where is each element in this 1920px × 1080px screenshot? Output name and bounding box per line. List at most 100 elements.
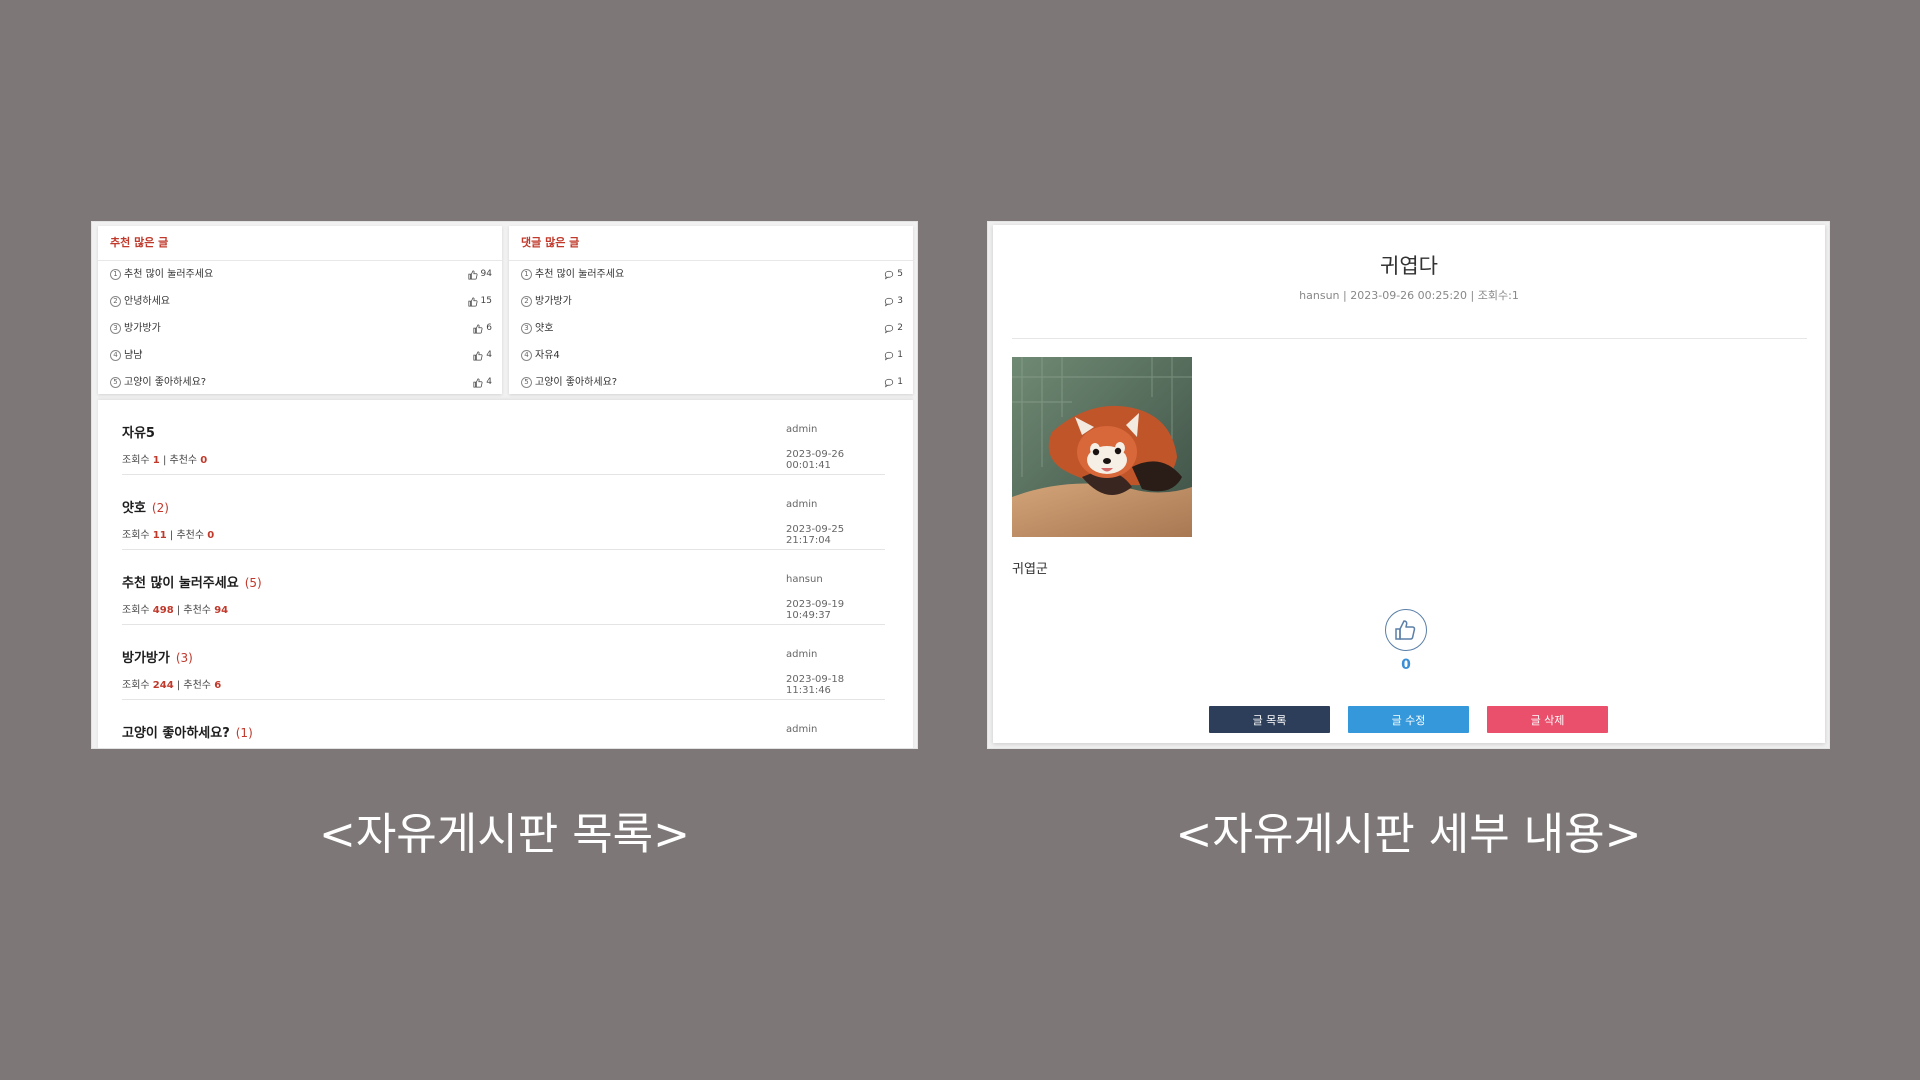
table-row[interactable]: 고양이 좋아하세요? (1) admin [122, 700, 885, 748]
post-detail-card: 귀엽다 hansun | 2023-09-26 00:25:20 | 조회수:1 [993, 225, 1825, 743]
rank-number: 2 [110, 296, 121, 307]
post-date: 2023-09-19 10:49:37 [786, 599, 845, 621]
post-author: hansun [786, 574, 823, 585]
rank-number: 5 [110, 377, 121, 388]
most-recommended-list: 1 추천 많이 눌러주세요 94 2 안녕하세요 15 3 방가방가 6 4 냠… [98, 261, 502, 396]
rank-meta: 5 [884, 261, 903, 288]
post-date: 2023-09-25 21:17:04 [786, 524, 845, 546]
post-edit-button[interactable]: 글 수정 [1348, 706, 1469, 733]
post-list-button[interactable]: 글 목록 [1209, 706, 1330, 733]
rank-title: 고양이 좋아하세요? [124, 377, 207, 388]
recs-count: 6 [214, 680, 222, 691]
list-item[interactable]: 4 냠냠 4 [98, 342, 502, 369]
like-button[interactable] [1385, 609, 1427, 651]
recs-count: 0 [200, 455, 208, 466]
comment-icon [885, 324, 894, 333]
comment-count: 5 [897, 269, 903, 279]
post-author: admin [786, 499, 818, 510]
list-caption: <자유게시판 목록> [318, 809, 691, 860]
rank-number: 1 [110, 269, 121, 280]
comment-count: (3) [175, 651, 193, 665]
list-item[interactable]: 1 추천 많이 눌러주세요 5 [509, 261, 913, 288]
views-count: 11 [152, 530, 167, 541]
rank-meta: 1 [884, 342, 903, 369]
table-row[interactable]: 얏호 (2) 조회수 11 | 추천수 0 admin 2023-09-25 21… [122, 475, 885, 550]
recs-count: 94 [214, 605, 229, 616]
post-body: 귀엽군 [1012, 562, 1048, 577]
views-label: 조회수 [122, 530, 150, 541]
post-author: admin [786, 424, 818, 435]
post-title-text: 자유5 [122, 426, 155, 441]
views-label: 조회수 [122, 605, 150, 616]
post-title[interactable]: 추천 많이 눌러주세요 (5) [122, 572, 262, 591]
rank-title: 추천 많이 눌러주세요 [124, 269, 214, 280]
post-stats: 조회수 498 | 추천수 94 [122, 605, 229, 616]
post-title: 귀엽다 [1380, 254, 1438, 278]
comment-icon [885, 270, 894, 279]
table-row[interactable]: 자유5 조회수 1 | 추천수 0 admin 2023-09-26 00:01… [122, 400, 885, 475]
comment-count: 2 [897, 323, 903, 333]
comment-count: (1) [235, 726, 253, 740]
comment-count: 3 [897, 296, 903, 306]
list-item[interactable]: 2 방가방가 3 [509, 288, 913, 315]
comment-count: 1 [897, 377, 903, 387]
most-commented-box: 댓글 많은 글 1 추천 많이 눌러주세요 5 2 방가방가 3 3 얏호 2 … [509, 226, 913, 394]
post-author: admin [786, 724, 818, 735]
rank-number: 3 [110, 323, 121, 334]
most-recommended-title: 추천 많은 글 [98, 226, 502, 261]
post-title-text: 방가방가 [122, 651, 170, 666]
post-title[interactable]: 자유5 [122, 422, 161, 441]
divider [1012, 338, 1807, 339]
most-recommended-box: 추천 많은 글 1 추천 많이 눌러주세요 94 2 안녕하세요 15 3 방가… [98, 226, 502, 394]
post-title[interactable]: 방가방가 (3) [122, 647, 193, 666]
post-title[interactable]: 고양이 좋아하세요? (1) [122, 722, 253, 741]
post-delete-button[interactable]: 글 삭제 [1487, 706, 1608, 733]
views-label: 조회수 [122, 680, 150, 691]
recs-label: 추천수 [169, 455, 198, 466]
comment-count: (5) [244, 576, 262, 590]
list-item[interactable]: 3 방가방가 6 [98, 315, 502, 342]
red-panda-photo [1012, 357, 1192, 537]
rank-meta: 4 [473, 369, 492, 396]
table-row[interactable]: 추천 많이 눌러주세요 (5) 조회수 498 | 추천수 94 hansun 2… [122, 550, 885, 625]
rank-title: 자유4 [535, 350, 560, 361]
rank-title: 안녕하세요 [124, 296, 170, 307]
board-list-screenshot: 추천 많은 글 1 추천 많이 눌러주세요 94 2 안녕하세요 15 3 방가… [91, 221, 918, 749]
thumbs-up-icon [473, 350, 483, 361]
rank-title: 방가방가 [535, 296, 572, 307]
list-item[interactable]: 3 얏호 2 [509, 315, 913, 342]
comment-icon [885, 351, 894, 360]
rank-meta: 4 [473, 342, 492, 369]
comment-count: (2) [151, 501, 169, 515]
rank-number: 4 [110, 350, 121, 361]
recommend-count: 4 [486, 350, 492, 360]
most-commented-title: 댓글 많은 글 [509, 226, 913, 261]
rank-number: 3 [521, 323, 532, 334]
views-count: 1 [152, 455, 160, 466]
views-count: 498 [152, 605, 174, 616]
table-row[interactable]: 방가방가 (3) 조회수 244 | 추천수 6 admin 2023-09-18… [122, 625, 885, 700]
rank-title: 고양이 좋아하세요? [535, 377, 618, 388]
list-item[interactable]: 2 안녕하세요 15 [98, 288, 502, 315]
rank-meta: 1 [884, 369, 903, 396]
recs-label: 추천수 [183, 680, 212, 691]
thumbs-up-icon [1395, 620, 1416, 640]
list-item[interactable]: 4 자유4 1 [509, 342, 913, 369]
rank-title: 냠냠 [124, 350, 143, 361]
list-item[interactable]: 5 고양이 좋아하세요? 4 [98, 369, 502, 396]
list-item[interactable]: 1 추천 많이 눌러주세요 94 [98, 261, 502, 288]
post-meta: hansun | 2023-09-26 00:25:20 | 조회수:1 [1299, 289, 1519, 302]
recommend-count: 6 [486, 323, 492, 333]
thumbs-up-icon [473, 323, 483, 334]
comment-icon [885, 378, 894, 387]
post-title[interactable]: 얏호 (2) [122, 497, 169, 516]
views-label: 조회수 [122, 455, 150, 466]
rank-number: 2 [521, 296, 532, 307]
rank-title: 얏호 [535, 323, 554, 334]
list-item[interactable]: 5 고양이 좋아하세요? 1 [509, 369, 913, 396]
post-stats: 조회수 1 | 추천수 0 [122, 455, 208, 466]
recs-label: 추천수 [183, 605, 212, 616]
comment-icon [885, 297, 894, 306]
comment-count: 1 [897, 350, 903, 360]
detail-caption: <자유게시판 세부 내용> [1175, 809, 1642, 860]
